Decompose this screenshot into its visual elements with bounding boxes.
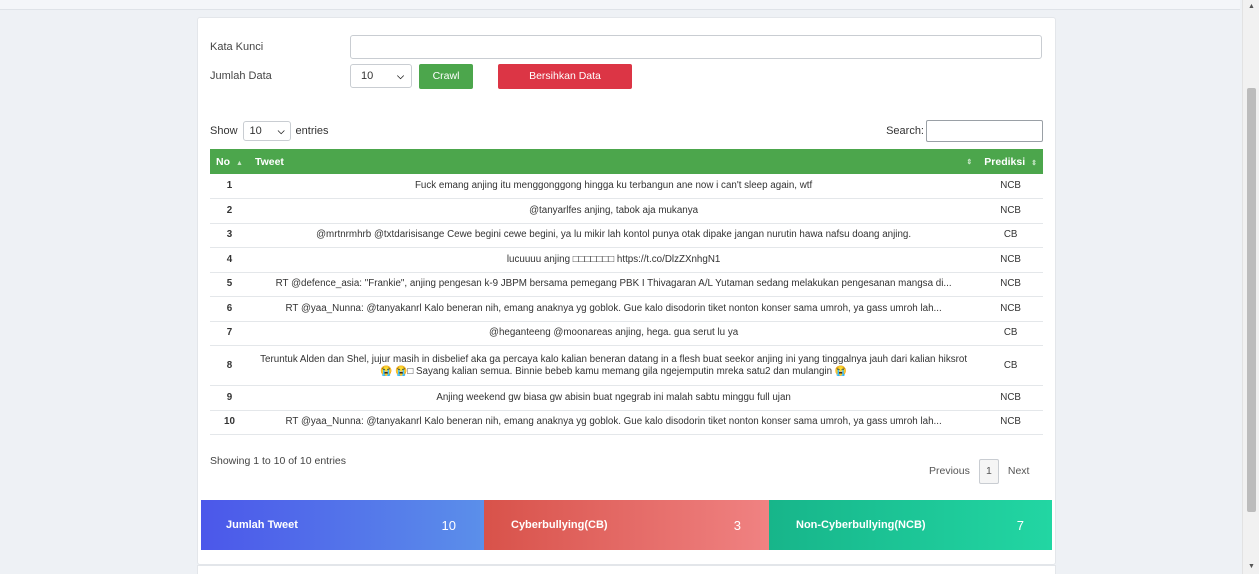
cell-tweet: Anjing weekend gw biasa gw abisin buat n… <box>248 385 979 411</box>
cell-prediksi: NCB <box>978 247 1043 273</box>
sort-icon: ⇕ <box>966 159 973 166</box>
search-input[interactable] <box>926 120 1043 142</box>
table-row: 5 RT @defence_asia: "Frankie", anjing pen… <box>210 272 1043 297</box>
scroll-up-icon[interactable]: ▲ <box>1243 0 1259 14</box>
table-row: 9 Anjing weekend gw biasa gw abisin buat … <box>210 385 1043 411</box>
cell-prediksi: NCB <box>978 385 1043 411</box>
cell-tweet: Teruntuk Alden dan Shel, jujur masih in … <box>248 345 979 386</box>
cell-tweet: lucuuuu anjing □□□□□□□ https://t.co/DlzZ… <box>248 247 979 273</box>
stat-ncb-value: 7 <box>1016 517 1024 533</box>
table-row: 1 Fuck emang anjing itu menggonggong hing… <box>210 174 1043 199</box>
cell-prediksi: CB <box>978 345 1043 386</box>
clear-data-button[interactable]: Bersihkan Data <box>498 63 632 89</box>
stat-total-label: Jumlah Tweet <box>226 519 298 531</box>
cell-no: 2 <box>210 198 249 224</box>
stat-non-cyberbullying: Non-Cyberbullying(NCB) 7 <box>769 500 1052 550</box>
cell-prediksi: CB <box>978 223 1043 248</box>
table-row: 3 @mrtnrmhrb @txtdarisisange Cewe begini … <box>210 223 1043 248</box>
show-label: Show <box>210 125 238 137</box>
page-scrollbar[interactable]: ▲ ▼ <box>1242 0 1259 574</box>
cell-tweet: Fuck emang anjing itu menggonggong hingg… <box>248 174 979 199</box>
top-strip <box>0 0 1240 10</box>
table-row: 10 RT @yaa_Nunna: @tanyakanrl Kalo benera… <box>210 410 1043 435</box>
stat-cyberbullying: Cyberbullying(CB) 3 <box>484 500 769 550</box>
count-row: Jumlah Data 10 ⌵ Crawl Bersihkan Data <box>210 63 632 89</box>
cell-prediksi: NCB <box>978 174 1043 199</box>
cell-no: 7 <box>210 321 249 346</box>
table-row: 2 @tanyarlfes anjing, tabok aja mukanya NC… <box>210 198 1043 224</box>
datatable-toolbar: Show 10 ⌵ entries Search: <box>210 120 1043 142</box>
pagination: Previous 1 Next <box>920 459 1038 484</box>
entries-select[interactable]: 10 ⌵ <box>242 121 291 141</box>
stat-total-tweet: Jumlah Tweet 10 <box>201 500 484 550</box>
keyword-input[interactable] <box>350 35 1042 59</box>
cell-tweet: @heganteeng @moonareas anjing, hega. gua… <box>248 321 979 346</box>
cell-tweet: @mrtnrmhrb @txtdarisisange Cewe begini c… <box>248 223 979 248</box>
table-header-row: No ▲ Tweet ⇕ Prediksi ⇕ <box>210 149 1043 174</box>
table-row: 6 RT @yaa_Nunna: @tanyakanrl Kalo beneran… <box>210 296 1043 322</box>
cell-no: 4 <box>210 247 249 273</box>
table-row: 4 lucuuuu anjing □□□□□□□ https://t.co/Dlz… <box>210 247 1043 273</box>
stat-cb-value: 3 <box>733 517 741 533</box>
next-card-edge <box>197 565 1056 574</box>
cell-no: 1 <box>210 174 249 199</box>
tweets-table: No ▲ Tweet ⇕ Prediksi ⇕ 1 Fuck emang anjing … <box>210 149 1043 435</box>
cell-no: 10 <box>210 410 249 435</box>
cell-no: 8 <box>210 345 249 386</box>
entries-select-value: 10 <box>249 125 262 137</box>
main-card: Kata Kunci Jumlah Data 10 ⌵ Crawl Bersih… <box>197 17 1056 565</box>
previous-button[interactable]: Previous <box>920 459 979 484</box>
column-header-tweet[interactable]: Tweet ⇕ <box>249 149 978 174</box>
column-header-tweet-label: Tweet <box>254 155 284 168</box>
count-select-value: 10 <box>361 70 374 82</box>
page-1-button[interactable]: 1 <box>978 459 999 484</box>
table-info: Showing 1 to 10 of 10 entries <box>210 455 347 467</box>
keyword-label: Kata Kunci <box>210 41 264 53</box>
cell-prediksi: CB <box>978 321 1043 346</box>
entries-length: Show 10 ⌵ entries <box>210 121 329 141</box>
sort-icon: ⇕ <box>1031 159 1037 167</box>
table-row: 8 Teruntuk Alden dan Shel, jujur masih in… <box>210 345 1043 386</box>
stat-ncb-label: Non-Cyberbullying(NCB) <box>796 519 926 531</box>
column-header-prediksi-label: Prediksi <box>984 155 1026 168</box>
scroll-down-icon[interactable]: ▼ <box>1243 560 1259 574</box>
cell-no: 3 <box>210 223 249 248</box>
cell-tweet: RT @defence_asia: "Frankie", anjing peng… <box>248 272 979 297</box>
column-header-no[interactable]: No ▲ <box>210 149 249 174</box>
count-select[interactable]: 10 ⌵ <box>350 64 412 88</box>
chevron-down-icon: ⌵ <box>397 70 404 81</box>
cell-no: 5 <box>210 272 249 297</box>
column-header-no-label: No <box>216 155 230 168</box>
cell-tweet: @tanyarlfes anjing, tabok aja mukanya <box>248 198 979 224</box>
column-header-prediksi[interactable]: Prediksi ⇕ <box>978 149 1043 174</box>
cell-no: 6 <box>210 296 249 322</box>
count-label: Jumlah Data <box>210 70 272 82</box>
chevron-down-icon: ⌵ <box>277 125 285 136</box>
keyword-row: Kata Kunci <box>210 35 1042 59</box>
stat-total-value: 10 <box>441 517 456 533</box>
cell-prediksi: NCB <box>978 296 1043 322</box>
crawl-button[interactable]: Crawl <box>419 63 473 89</box>
scroll-thumb[interactable] <box>1247 88 1256 512</box>
cell-prediksi: NCB <box>978 410 1043 435</box>
cell-tweet: RT @yaa_Nunna: @tanyakanrl Kalo beneran … <box>248 296 979 322</box>
table-row: 7 @heganteeng @moonareas anjing, hega. gu… <box>210 321 1043 346</box>
cell-no: 9 <box>210 385 249 411</box>
search-label: Search: <box>886 125 924 137</box>
table-search: Search: <box>886 120 1043 142</box>
cell-prediksi: NCB <box>978 272 1043 297</box>
cell-tweet: RT @yaa_Nunna: @tanyakanrl Kalo beneran … <box>248 410 979 435</box>
sort-asc-icon: ▲ <box>236 159 243 167</box>
cell-prediksi: NCB <box>978 198 1043 224</box>
entries-label: entries <box>295 125 329 137</box>
next-button[interactable]: Next <box>999 459 1039 484</box>
stat-cb-label: Cyberbullying(CB) <box>511 519 608 531</box>
